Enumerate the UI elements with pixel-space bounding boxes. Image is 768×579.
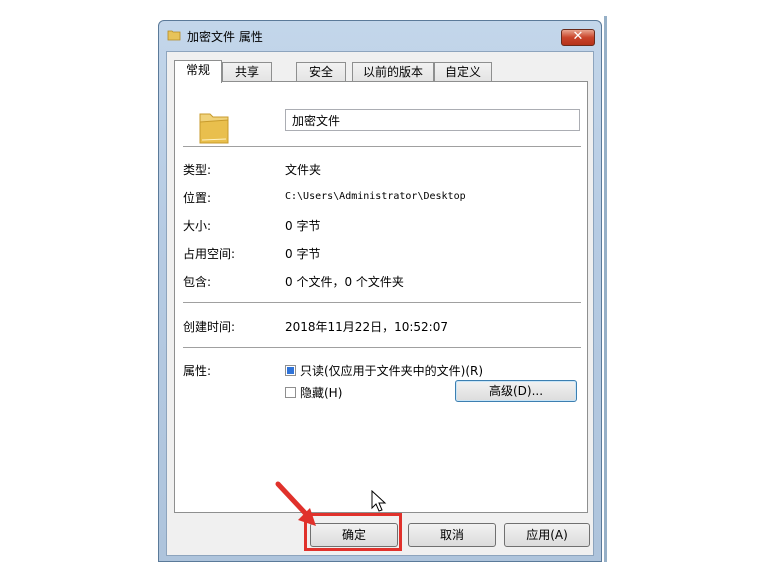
- folder-name-input[interactable]: 加密文件: [285, 109, 580, 131]
- dialog-client: 常规 共享 安全 以前的版本 自定义 加密文件 类型: 文件夹 位置: C:\U…: [166, 51, 594, 556]
- folder-icon: [199, 113, 229, 144]
- tab-customize[interactable]: 自定义: [434, 62, 492, 82]
- properties-dialog: 加密文件 属性 ✕ 常规 共享 安全 以前的版本 自定义 加密文件 类型: 文件…: [158, 20, 602, 562]
- attributes-label: 属性:: [183, 364, 212, 378]
- contains-label: 包含:: [183, 275, 212, 289]
- location-label: 位置:: [183, 191, 212, 205]
- ok-button-highlight: [304, 513, 402, 551]
- separator: [183, 347, 581, 348]
- type-label: 类型:: [183, 163, 212, 177]
- tab-security[interactable]: 安全: [296, 62, 346, 82]
- apply-button[interactable]: 应用(A): [504, 523, 590, 547]
- tab-general[interactable]: 常规: [174, 60, 222, 83]
- tab-previous-versions[interactable]: 以前的版本: [352, 62, 434, 82]
- location-value: C:\Users\Administrator\Desktop: [285, 191, 466, 202]
- hidden-label[interactable]: 隐藏(H): [300, 384, 342, 401]
- window-title: 加密文件 属性: [187, 30, 263, 44]
- type-value: 文件夹: [285, 163, 322, 177]
- created-label: 创建时间:: [183, 320, 236, 334]
- title-bar[interactable]: 加密文件 属性 ✕: [159, 21, 601, 49]
- close-button[interactable]: ✕: [561, 29, 595, 46]
- mouse-cursor-icon: [371, 490, 387, 512]
- size-on-disk-label: 占用空间:: [183, 247, 236, 261]
- hidden-checkbox[interactable]: [285, 387, 296, 398]
- readonly-label[interactable]: 只读(仅应用于文件夹中的文件)(R): [300, 362, 483, 379]
- tab-sharing[interactable]: 共享: [222, 62, 272, 82]
- close-icon: ✕: [572, 29, 584, 44]
- created-value: 2018年11月22日，10:52:07: [285, 320, 448, 334]
- size-on-disk-value: 0 字节: [285, 247, 321, 261]
- readonly-checkbox[interactable]: [285, 365, 296, 376]
- cancel-button[interactable]: 取消: [408, 523, 496, 547]
- general-panel: 加密文件 类型: 文件夹 位置: C:\Users\Administrator\…: [174, 81, 588, 513]
- contains-value: 0 个文件，0 个文件夹: [285, 275, 404, 289]
- background-window-edge: [604, 16, 607, 562]
- folder-icon: [167, 30, 181, 41]
- separator: [183, 146, 581, 147]
- advanced-button[interactable]: 高级(D)...: [455, 380, 577, 402]
- size-label: 大小:: [183, 219, 212, 233]
- separator: [183, 302, 581, 303]
- size-value: 0 字节: [285, 219, 321, 233]
